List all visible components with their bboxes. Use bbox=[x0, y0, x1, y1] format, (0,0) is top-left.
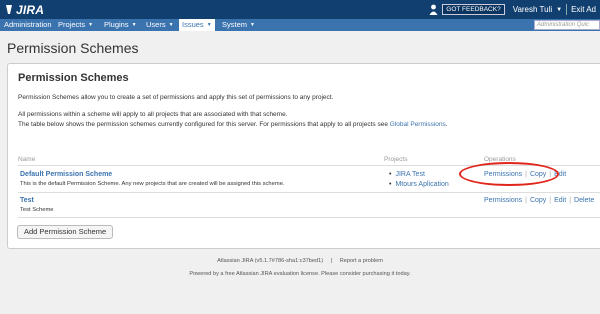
footer-version-line: Atlassian JIRA (v5.1.7#786-sha1:c37bed1)… bbox=[0, 258, 600, 264]
chevron-down-icon[interactable]: ▼ bbox=[556, 7, 562, 13]
ops-divider: | bbox=[549, 197, 552, 204]
note-text-prefix: The table below shows the permission sch… bbox=[18, 121, 390, 128]
scheme-description: Test Scheme bbox=[20, 207, 54, 213]
permissions-link[interactable]: Permissions bbox=[484, 197, 522, 204]
page-title: Permission Schemes bbox=[7, 40, 139, 56]
admin-search-input[interactable]: Administration Quic bbox=[534, 20, 600, 30]
ops-divider: | bbox=[569, 197, 572, 204]
ops-divider: | bbox=[525, 197, 527, 204]
logo-text: JIRA bbox=[16, 2, 45, 17]
person-icon bbox=[429, 4, 438, 15]
delete-link[interactable]: Delete bbox=[574, 197, 594, 204]
row-operations: Permissions | Copy | Edit | Delete bbox=[484, 197, 594, 204]
jira-logo-icon bbox=[6, 5, 12, 14]
panel-title: Permission Schemes bbox=[18, 72, 129, 84]
scheme-description: This is the default Permission Scheme. A… bbox=[20, 181, 285, 187]
chevron-down-icon: ▼ bbox=[88, 22, 94, 28]
top-header: JIRA GOT FEEDBACK? Varesh Tuli ▼ Exit Ad bbox=[0, 0, 600, 19]
row-divider bbox=[18, 217, 600, 218]
feedback-button[interactable]: GOT FEEDBACK? bbox=[442, 4, 505, 15]
chevron-down-icon: ▼ bbox=[131, 22, 137, 28]
scheme-name-link[interactable]: Test bbox=[20, 197, 34, 204]
admin-nav: Administration Projects ▼ Plugins ▼ Users ▼… bbox=[0, 19, 600, 31]
nav-item-issues[interactable]: Issues ▼ bbox=[179, 19, 215, 31]
nav-item-plugins[interactable]: Plugins ▼ bbox=[104, 19, 137, 31]
edit-link[interactable]: Edit bbox=[554, 197, 566, 204]
nav-item-label: Users bbox=[146, 20, 166, 29]
note-text-suffix: . bbox=[445, 121, 448, 128]
column-header-projects: Projects bbox=[384, 156, 408, 163]
intro-text: Permission Schemes allow you to create a… bbox=[18, 94, 334, 101]
nav-item-label: Administration bbox=[4, 20, 52, 29]
nav-item-label: Projects bbox=[58, 20, 86, 29]
exit-admin-link[interactable]: Exit Ad bbox=[571, 5, 596, 14]
annotation-ellipse bbox=[459, 162, 559, 186]
nav-item-users[interactable]: Users ▼ bbox=[146, 19, 174, 31]
row-divider bbox=[18, 192, 600, 193]
scheme-name-link[interactable]: Default Permission Scheme bbox=[20, 171, 112, 178]
nav-item-administration[interactable]: Administration bbox=[4, 19, 52, 31]
footer-license: Powered by a free Atlassian JIRA evaluat… bbox=[189, 271, 411, 277]
note-text-line1: All permissions within a scheme will app… bbox=[18, 111, 288, 118]
note-text-line2: The table below shows the permission sch… bbox=[18, 121, 448, 128]
jira-logo[interactable]: JIRA bbox=[4, 2, 45, 17]
nav-item-label: Issues bbox=[182, 20, 204, 29]
report-problem-link[interactable]: Report a problem bbox=[340, 258, 383, 264]
chevron-down-icon: ▼ bbox=[168, 22, 174, 28]
project-link[interactable]: Mtours Aplication bbox=[389, 181, 448, 188]
footer-divider: | bbox=[330, 258, 333, 264]
nav-item-label: Plugins bbox=[104, 20, 129, 29]
footer-version: Atlassian JIRA (v5.1.7#786-sha1:c37bed1) bbox=[217, 258, 324, 264]
add-permission-scheme-button[interactable]: Add Permission Scheme bbox=[17, 225, 114, 239]
chevron-down-icon: ▼ bbox=[250, 22, 255, 28]
header-divider bbox=[566, 4, 568, 15]
header-user-area: GOT FEEDBACK? Varesh Tuli ▼ Exit Ad bbox=[429, 3, 596, 16]
permission-schemes-panel: Permission Schemes Permission Schemes al… bbox=[7, 63, 600, 249]
global-permissions-link[interactable]: Global Permissions bbox=[390, 121, 446, 128]
copy-link[interactable]: Copy bbox=[530, 197, 546, 204]
nav-item-label: System bbox=[222, 20, 248, 29]
nav-item-system[interactable]: System ▼ bbox=[222, 19, 255, 31]
nav-item-projects[interactable]: Projects ▼ bbox=[58, 19, 93, 31]
project-link[interactable]: JIRA Test bbox=[389, 171, 424, 178]
column-header-name: Name bbox=[18, 156, 36, 163]
user-menu[interactable]: Varesh Tuli bbox=[513, 5, 552, 14]
chevron-down-icon: ▼ bbox=[206, 22, 212, 28]
